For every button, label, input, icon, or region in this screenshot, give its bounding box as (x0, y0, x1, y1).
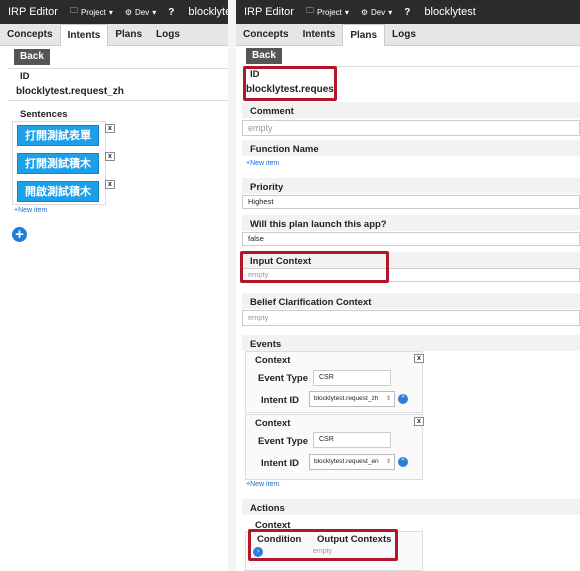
dev-menu-label: Dev (135, 7, 150, 17)
tab-plans[interactable]: Plans (342, 24, 386, 46)
tab-concepts[interactable]: Concepts (236, 24, 296, 46)
sentence-item[interactable]: 打開測試表單 (17, 125, 99, 146)
highlight-id (243, 66, 337, 101)
belief-context-label: Belief Clarification Context (250, 297, 372, 308)
sentence-item[interactable]: 打開測試積木 (17, 153, 99, 174)
intents-editor-panel: IRP Editor 🗀Project▾ ⚙Dev▾ ? blocklytest… (0, 0, 228, 571)
dev-menu[interactable]: ⚙ Dev ▾ (125, 8, 156, 17)
intent-id-label: Intent ID (261, 395, 299, 406)
highlight-condition-output (248, 529, 398, 561)
new-function-link[interactable]: +New item (246, 160, 279, 167)
tab-concepts[interactable]: Concepts (0, 24, 60, 46)
dev-menu-label: Dev (371, 7, 386, 17)
remove-event-button[interactable]: x (414, 354, 424, 363)
comment-label: Comment (250, 106, 294, 117)
caret-down-icon: ▾ (108, 7, 113, 17)
main-tabs: Concepts Intents Plans Logs (236, 24, 580, 46)
id-label: ID (20, 71, 30, 82)
circle-chevron-icon[interactable]: ^ (398, 457, 408, 467)
new-event-link[interactable]: +New item (246, 481, 279, 488)
remove-sentence-button[interactable]: x (105, 180, 115, 189)
project-menu-label: Project (316, 7, 342, 17)
event-type-label: Event Type (258, 436, 308, 447)
new-sentence-link[interactable]: +New item (14, 207, 47, 214)
event-type-field[interactable]: CSR (313, 432, 391, 448)
app-brand[interactable]: IRP Editor (8, 6, 58, 18)
project-name: blocklytest (188, 6, 228, 18)
app-brand[interactable]: IRP Editor (244, 6, 294, 18)
event-type-label: Event Type (258, 373, 308, 384)
plans-editor-panel: IRP Editor 🗀 Project ▾ ⚙ Dev ▾ ? blocklytest… (236, 0, 580, 571)
divider (8, 100, 228, 101)
event-context-label: Context (255, 355, 291, 366)
gear-icon: ⚙ (124, 7, 133, 17)
top-navbar: IRP Editor 🗀Project▾ ⚙Dev▾ ? blocklytest (0, 0, 228, 24)
tab-intents[interactable]: Intents (296, 24, 343, 46)
section-band (242, 499, 580, 515)
project-name: blocklytest (424, 6, 476, 18)
launch-app-select[interactable]: false (242, 232, 580, 246)
intent-id-select-value: blocklytest.request_zh (314, 395, 379, 402)
gear-icon: ⚙ (360, 7, 369, 17)
remove-event-button[interactable]: x (414, 417, 424, 426)
sentence-item[interactable]: 開啟測試積木 (17, 181, 99, 202)
help-button[interactable]: ? (168, 7, 174, 18)
sentences-label: Sentences (20, 109, 68, 120)
caret-down-icon: ▾ (152, 7, 157, 17)
project-menu[interactable]: 🗀 Project ▾ (306, 5, 349, 19)
folder-icon: 🗀 (305, 6, 314, 15)
help-button[interactable]: ? (404, 7, 410, 18)
add-circle-icon[interactable]: + (12, 227, 27, 242)
launch-app-label: Will this plan launch this app? (250, 219, 387, 230)
priority-label: Priority (250, 182, 284, 193)
comment-field[interactable]: empty (242, 120, 580, 136)
event-type-field[interactable]: CSR (313, 370, 391, 386)
tab-plans[interactable]: Plans (108, 24, 149, 46)
intent-id-select[interactable]: blocklytest.request_zh ⇕ (309, 391, 395, 407)
dev-menu[interactable]: ⚙ Dev ▾ (361, 8, 392, 17)
tab-intents[interactable]: Intents (59, 24, 109, 46)
main-tabs: Concepts Intents Plans Logs (0, 24, 228, 46)
priority-select[interactable]: Highest (242, 195, 580, 209)
highlight-input-context (240, 251, 389, 283)
caret-down-icon: ▾ (388, 7, 393, 17)
intent-id-value[interactable]: blocklytest.request_zh (16, 86, 124, 97)
circle-chevron-icon[interactable]: ^ (398, 394, 408, 404)
divider (8, 68, 228, 69)
events-label: Events (250, 339, 282, 350)
event-context-label: Context (255, 418, 291, 429)
actions-label: Actions (250, 503, 285, 514)
belief-context-field[interactable]: empty (242, 310, 580, 326)
project-menu-label: Project (80, 7, 106, 17)
tab-logs[interactable]: Logs (385, 24, 423, 46)
back-button[interactable]: Back (14, 49, 50, 65)
function-name-label: Function Name (250, 144, 319, 155)
section-band (242, 335, 580, 351)
top-navbar: IRP Editor 🗀Project▾ ⚙Dev▾ ? blocklytest (236, 0, 580, 24)
intent-id-select[interactable]: blocklytest.request_en ⇕ (309, 454, 395, 470)
panel-separator (228, 0, 236, 571)
intent-id-label: Intent ID (261, 458, 299, 469)
back-button[interactable]: Back (246, 48, 282, 64)
remove-sentence-button[interactable]: x (105, 124, 115, 133)
select-arrows-icon: ⇕ (385, 396, 391, 402)
intent-id-select-value: blocklytest.request_en (314, 458, 379, 465)
tab-logs[interactable]: Logs (149, 24, 187, 46)
project-menu[interactable]: 🗀 Project ▾ (70, 5, 113, 19)
folder-icon: 🗀 (69, 6, 78, 15)
select-arrows-icon: ⇕ (385, 459, 391, 465)
caret-down-icon: ▾ (344, 7, 349, 17)
section-band (242, 178, 580, 194)
remove-sentence-button[interactable]: x (105, 152, 115, 161)
